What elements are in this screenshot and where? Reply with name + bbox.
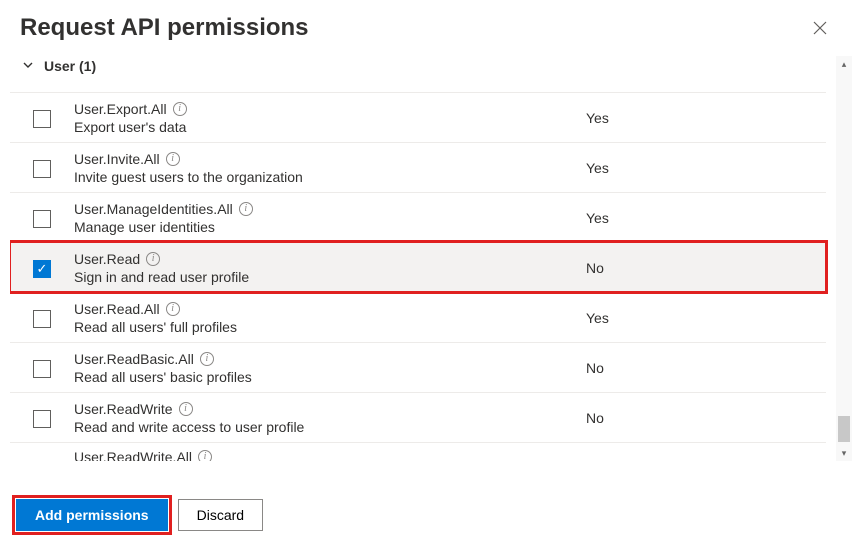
checkbox-cell [10, 408, 74, 428]
permission-description: Read all users' full profiles [74, 319, 576, 335]
group-label: User (1) [44, 58, 96, 74]
permission-name: User.ManageIdentities.All [74, 201, 233, 217]
permission-info: User.ReadBasic.All i Read all users' basic… [74, 351, 586, 385]
permission-info: User.ManageIdentities.All i Manage user id… [74, 201, 586, 235]
checkbox-cell [10, 308, 74, 328]
permissions-scroll-area: User.Export.AlliExport user's dataYesUse… [10, 92, 852, 461]
permission-checkbox[interactable]: ✓ [33, 260, 51, 278]
info-icon[interactable]: i [200, 352, 214, 366]
permission-name-line: User.ManageIdentities.All i [74, 201, 576, 217]
scrollbar-vertical[interactable]: ▴ ▾ [836, 56, 852, 461]
permission-name-line: User.ReadWrite i [74, 401, 576, 417]
admin-consent-value: No [586, 260, 826, 276]
close-icon [813, 21, 827, 35]
permission-name-line: User.Read.All i [74, 301, 576, 317]
checkbox-cell [10, 158, 74, 178]
permission-info: User.ReadWrite i Read and write access to … [74, 401, 586, 435]
permission-name: User.Invite.All [74, 151, 160, 167]
permission-description: Manage user identities [74, 219, 576, 235]
permission-name-line: User.ReadWrite.All i [74, 449, 576, 461]
permission-description: Read and write access to user profile [74, 419, 576, 435]
permission-name-line: User.Export.All i [74, 101, 576, 117]
add-permissions-button[interactable]: Add permissions [16, 499, 168, 531]
checkbox-cell [10, 208, 74, 228]
permission-row[interactable]: User.Read.All i Read all users' full profi… [10, 292, 826, 342]
info-icon[interactable]: i [179, 402, 193, 416]
permission-name: User.ReadWrite [74, 401, 173, 417]
admin-consent-value: Yes [586, 310, 826, 326]
permission-row[interactable]: User.Invite.All i Invite guest users to th… [10, 142, 826, 192]
scroll-thumb[interactable] [838, 416, 850, 442]
admin-consent-value: Yes [586, 110, 826, 126]
permission-row[interactable]: ✓ User.Read i Sign in and read user profile… [10, 242, 826, 292]
discard-button[interactable]: Discard [178, 499, 263, 531]
page-title: Request API permissions [20, 14, 309, 42]
info-icon[interactable]: i [166, 152, 180, 166]
checkbox-cell [10, 456, 74, 458]
permission-description: Sign in and read user profile [74, 269, 576, 285]
permission-info: User.Export.All i Export user's data [74, 101, 586, 135]
checkbox-cell [10, 108, 74, 128]
chevron-down-icon [22, 58, 34, 74]
permission-name-line: User.Invite.All i [74, 151, 576, 167]
permission-checkbox[interactable] [33, 160, 51, 178]
permission-name: User.Export.All [74, 101, 167, 117]
permissions-list: User.Export.AlliExport user's dataYesUse… [10, 92, 826, 461]
checkbox-cell: ✓ [10, 258, 74, 278]
permission-name: User.Read.All [74, 301, 160, 317]
info-icon[interactable]: i [146, 252, 160, 266]
permission-checkbox[interactable] [33, 110, 51, 128]
permission-row[interactable]: User.ManageIdentities.All i Manage user id… [10, 192, 826, 242]
info-icon[interactable]: i [198, 450, 212, 461]
admin-consent-value: No [586, 410, 826, 426]
scroll-down-button[interactable]: ▾ [836, 445, 852, 461]
permission-name: User.ReadWrite.All [74, 449, 192, 461]
admin-consent-value: No [586, 360, 826, 376]
permission-description: Read all users' basic profiles [74, 369, 576, 385]
permission-row[interactable]: User.ReadBasic.All i Read all users' basic… [10, 342, 826, 392]
permission-row[interactable]: User.Export.All i Export user's data Yes [10, 92, 826, 142]
permission-name-line: User.Read i [74, 251, 576, 267]
permission-info: User.Read i Sign in and read user profile [74, 251, 586, 285]
info-icon[interactable]: i [173, 102, 187, 116]
info-icon[interactable]: i [166, 302, 180, 316]
close-button[interactable] [808, 16, 832, 40]
permission-checkbox[interactable] [33, 360, 51, 378]
permission-description: Invite guest users to the organization [74, 169, 576, 185]
info-icon[interactable]: i [239, 202, 253, 216]
permission-info: User.Invite.All i Invite guest users to th… [74, 151, 586, 185]
admin-consent-value: Yes [586, 210, 826, 226]
permission-checkbox[interactable] [33, 210, 51, 228]
permission-info: User.ReadWrite.All i [74, 449, 586, 461]
permission-info: User.Read.All i Read all users' full profi… [74, 301, 586, 335]
group-header-user[interactable]: User (1) [0, 50, 852, 84]
permission-row[interactable]: User.ReadWrite i Read and write access to … [10, 392, 826, 442]
permission-description: Export user's data [74, 119, 576, 135]
checkbox-cell [10, 358, 74, 378]
permission-name-line: User.ReadBasic.All i [74, 351, 576, 367]
scroll-up-button[interactable]: ▴ [836, 56, 852, 72]
permission-checkbox[interactable] [33, 410, 51, 428]
permission-checkbox[interactable] [33, 310, 51, 328]
admin-consent-value: Yes [586, 160, 826, 176]
permission-name: User.ReadBasic.All [74, 351, 194, 367]
permission-row[interactable]: User.ReadWrite.All i [10, 442, 826, 461]
permission-name: User.Read [74, 251, 140, 267]
